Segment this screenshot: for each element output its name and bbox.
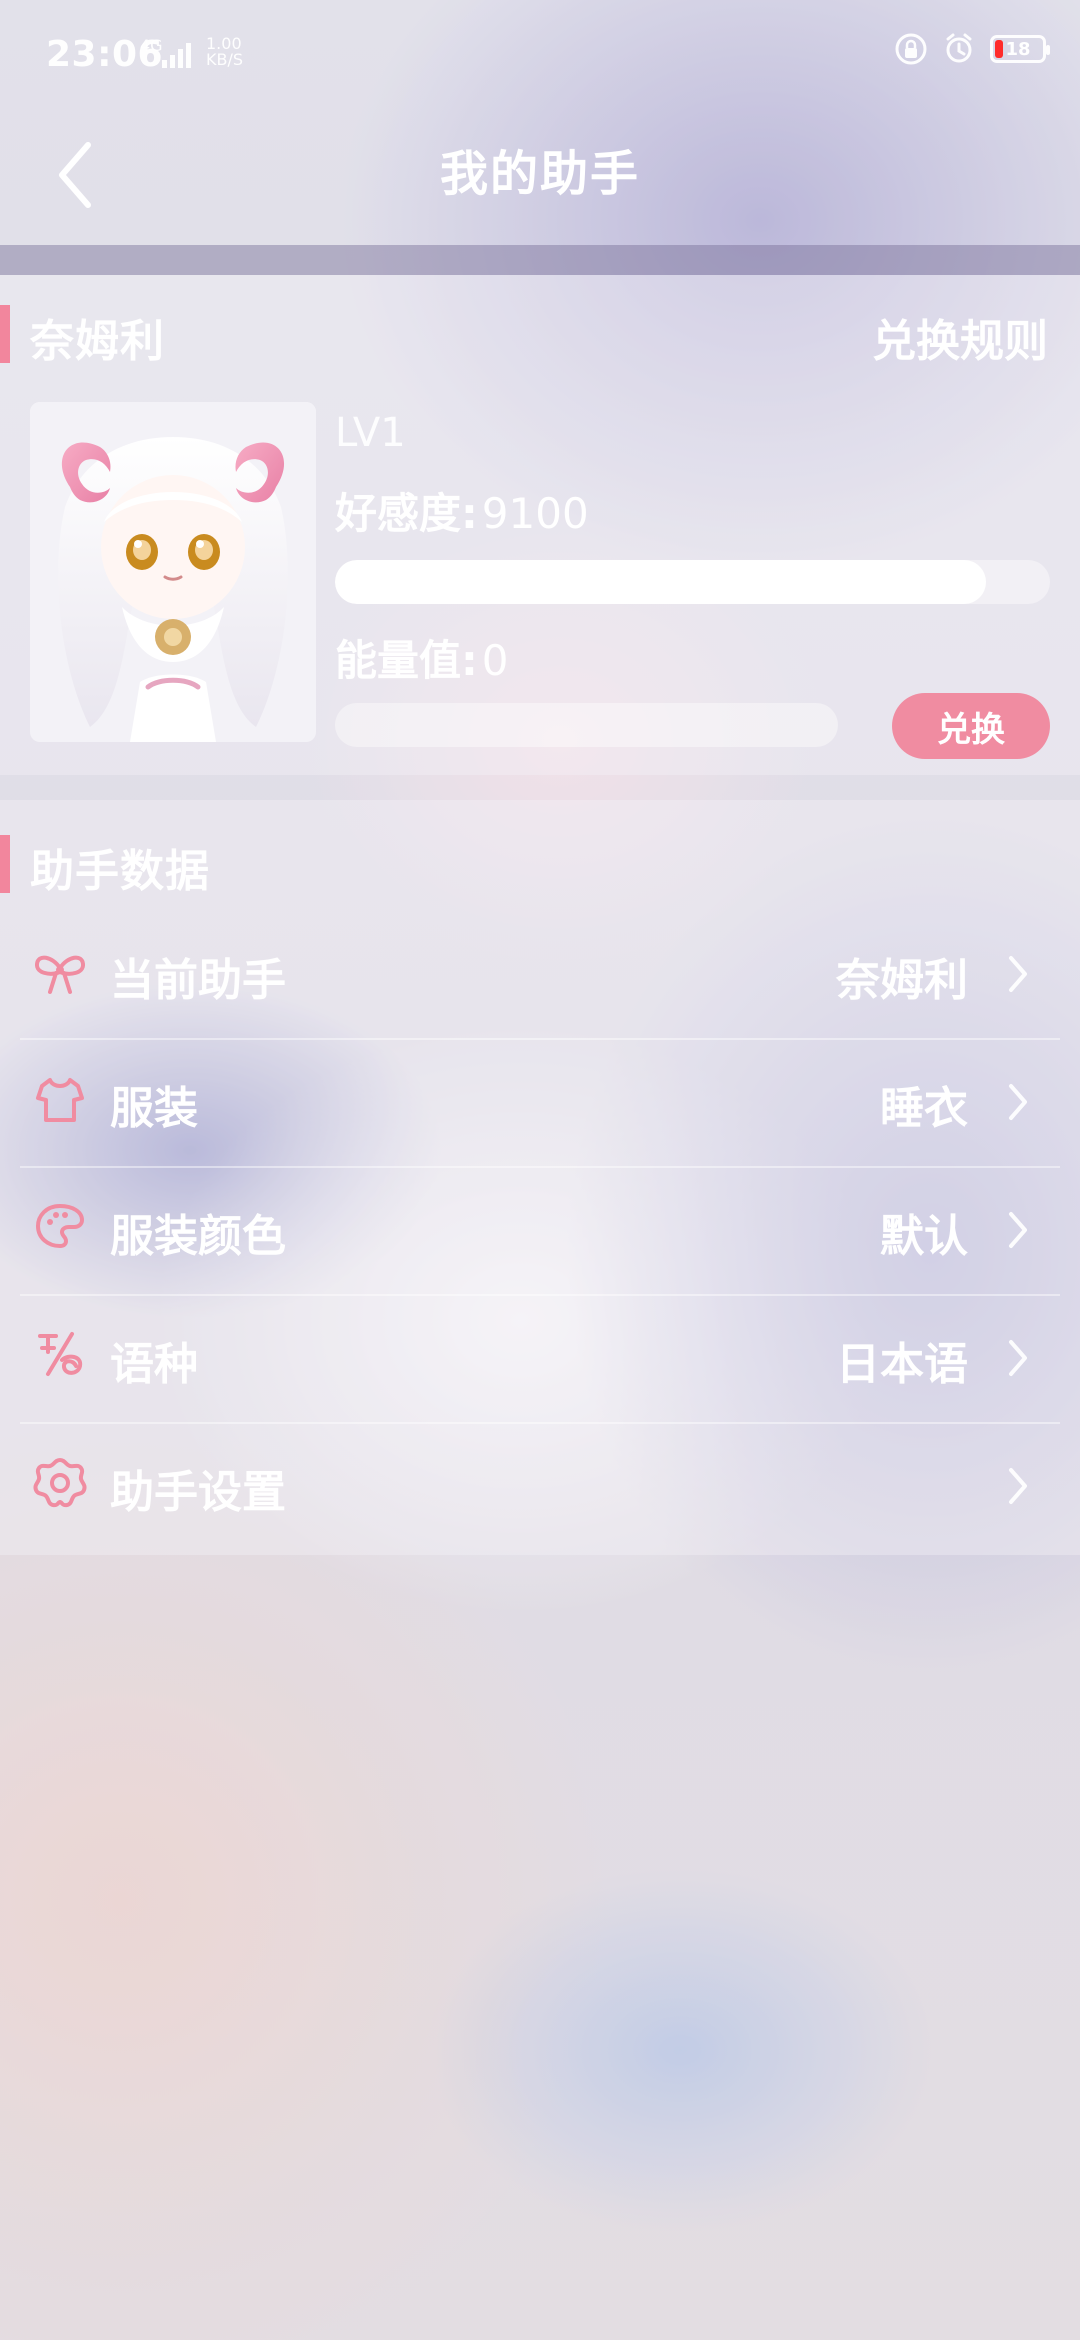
assistant-data-card: 助手数据 当前助手 奈姆利 服装 睡衣 服装颜色 默认 语种 日本语 助手设置 — [0, 800, 1080, 1555]
list-item-value: 睡衣 — [880, 1083, 968, 1134]
favor-label: 好感度: — [335, 489, 478, 538]
list-item-value: 日本语 — [836, 1339, 968, 1390]
favor-progress-fill — [335, 560, 986, 604]
energy-value: 0 — [481, 636, 509, 685]
network-speed-unit: KB/S — [206, 50, 244, 69]
network-speed: 1.00 KB/S — [206, 36, 243, 68]
list-item-label: 助手设置 — [110, 1467, 286, 1518]
chevron-right-icon — [998, 1334, 1038, 1382]
list-item-language[interactable]: 语种 日本语 — [20, 1294, 1060, 1422]
list-item-value: 默认 — [880, 1211, 968, 1262]
list-item-label: 服装 — [110, 1083, 198, 1134]
chevron-right-icon — [998, 1078, 1038, 1126]
favor-stat: 好感度:9100 — [335, 480, 589, 541]
page-header: 我的助手 — [0, 110, 1080, 240]
battery-percent: 18 — [1005, 38, 1031, 60]
battery-icon: 18 — [990, 35, 1050, 63]
energy-stat: 能量值:0 — [335, 627, 509, 688]
list-item-outfit[interactable]: 服装 睡衣 — [20, 1038, 1060, 1166]
chevron-right-icon — [998, 950, 1038, 998]
signal-icon — [160, 40, 196, 70]
palette-icon — [32, 1198, 88, 1254]
bow-icon — [32, 942, 88, 998]
exchange-rules-link[interactable]: 兑换规则 — [872, 305, 1048, 369]
section-accent — [0, 835, 10, 893]
section-title-assistant-data: 助手数据 — [30, 846, 210, 897]
favor-progress-bar — [335, 560, 1050, 604]
assistant-level: LV1 — [335, 410, 406, 456]
shirt-icon — [32, 1070, 88, 1126]
battery-level — [995, 40, 1003, 58]
list-item-label: 当前助手 — [110, 955, 286, 1006]
exchange-button[interactable]: 兑换 — [892, 693, 1050, 759]
chevron-right-icon — [998, 1206, 1038, 1254]
list-item-current-assistant[interactable]: 当前助手 奈姆利 — [20, 910, 1060, 1038]
energy-progress-bar — [335, 703, 838, 747]
section-accent — [0, 305, 10, 363]
page-title: 我的助手 — [439, 146, 640, 202]
list-item-label: 服装颜色 — [110, 1211, 286, 1262]
status-bar: 23:06 4G 1.00 KB/S 18 — [0, 0, 1080, 110]
gear-icon — [32, 1454, 88, 1510]
favor-value: 9100 — [481, 489, 589, 538]
alarm-icon — [942, 32, 976, 66]
language-icon — [32, 1326, 88, 1382]
assistant-avatar — [30, 402, 316, 742]
lock-icon — [894, 32, 928, 66]
list-item-label: 语种 — [110, 1339, 198, 1390]
list-item-assistant-settings[interactable]: 助手设置 — [20, 1422, 1060, 1550]
energy-label: 能量值: — [335, 636, 478, 685]
assistant-card: 奈姆利 兑换规则 LV1 好感度:9100 能量值:0 兑换 — [0, 275, 1080, 775]
list-item-outfit-color[interactable]: 服装颜色 默认 — [20, 1166, 1060, 1294]
list-item-value: 奈姆利 — [836, 955, 968, 1006]
header-divider — [0, 245, 1080, 275]
assistant-name: 奈姆利 — [30, 316, 165, 367]
chevron-right-icon — [998, 1462, 1038, 1510]
status-icons: 18 — [894, 32, 1050, 66]
